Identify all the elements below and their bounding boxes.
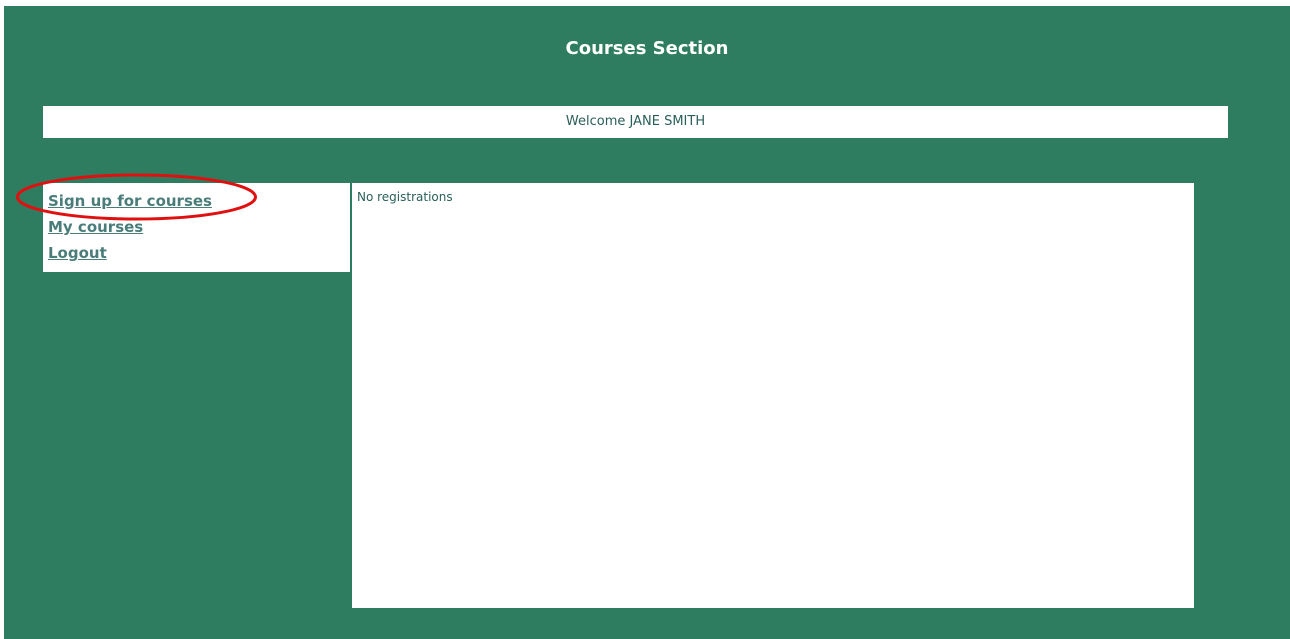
main-content-panel: No registrations xyxy=(352,183,1194,608)
welcome-banner: Welcome JANE SMITH xyxy=(43,106,1228,138)
page-frame: Courses Section Welcome JANE SMITH Sign … xyxy=(4,6,1290,639)
sidebar-nav: Sign up for courses My courses Logout xyxy=(43,183,350,272)
sidebar-item-my-courses[interactable]: My courses xyxy=(48,218,143,236)
welcome-text: Welcome JANE SMITH xyxy=(565,114,706,129)
sidebar-item-logout[interactable]: Logout xyxy=(48,244,107,262)
status-message: No registrations xyxy=(357,190,453,204)
sidebar-item-sign-up[interactable]: Sign up for courses xyxy=(48,192,212,210)
page-title: Courses Section xyxy=(565,38,729,59)
